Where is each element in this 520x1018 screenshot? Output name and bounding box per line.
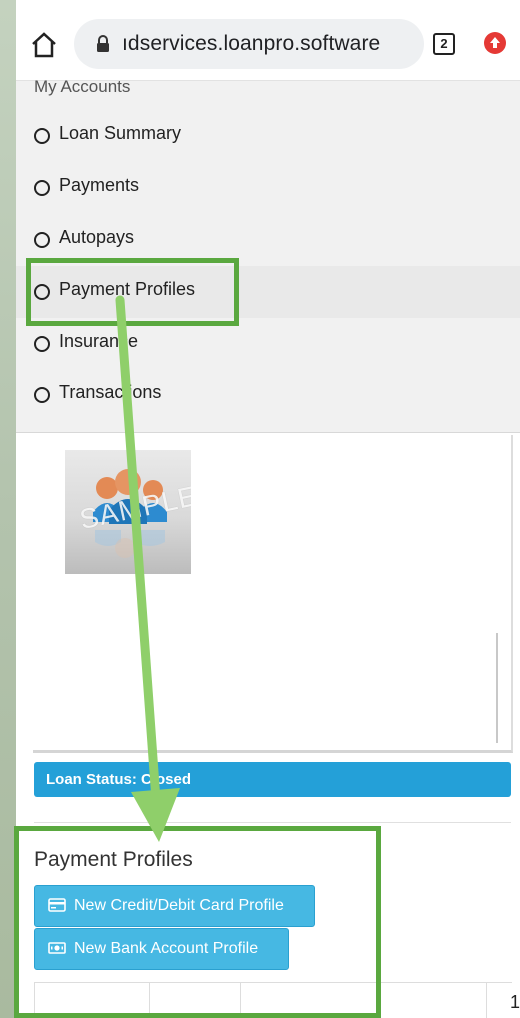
menu-item-label: Loan Summary [59, 123, 182, 143]
menu-item-label: Transactions [59, 382, 162, 402]
radio-icon [34, 387, 50, 403]
page-number: 12 [510, 992, 520, 1012]
menu-item-payments[interactable]: Payments [16, 162, 520, 214]
tab-count-button[interactable]: 2 [433, 33, 455, 55]
menu-item-loan-summary[interactable]: Loan Summary [16, 110, 520, 162]
accounts-menu: My Accounts Loan Summary Payments Autopa… [16, 62, 520, 433]
divider [34, 822, 511, 823]
highlight-box-section [14, 826, 381, 1018]
browser-toolbar: ıdservices.loanpro.software 2 [16, 0, 520, 80]
url-text: ıdservices.loanpro.software [122, 32, 381, 55]
user-avatar: SAMPLE [65, 450, 191, 574]
menu-item-label: Autopays [59, 227, 135, 247]
radio-icon [34, 180, 50, 196]
menu-heading: My Accounts [34, 77, 131, 96]
lock-icon [96, 35, 110, 53]
address-bar[interactable]: ıdservices.loanpro.software [74, 19, 424, 69]
home-icon[interactable] [30, 32, 58, 58]
loan-status-bar: Loan Status: Closed [34, 762, 511, 797]
menu-item-label: Insurance [59, 331, 139, 351]
radio-icon [34, 336, 50, 352]
radio-icon [34, 232, 50, 248]
menu-item-transactions[interactable]: Transactions [16, 369, 520, 421]
menu-item-label: Payments [59, 175, 140, 195]
panel-divider [496, 633, 498, 743]
radio-icon [34, 128, 50, 144]
highlight-box-menu [26, 258, 239, 326]
update-icon[interactable] [484, 32, 506, 54]
loan-status-text: Loan Status: Closed [46, 771, 192, 788]
table-column-divider [486, 982, 487, 1018]
